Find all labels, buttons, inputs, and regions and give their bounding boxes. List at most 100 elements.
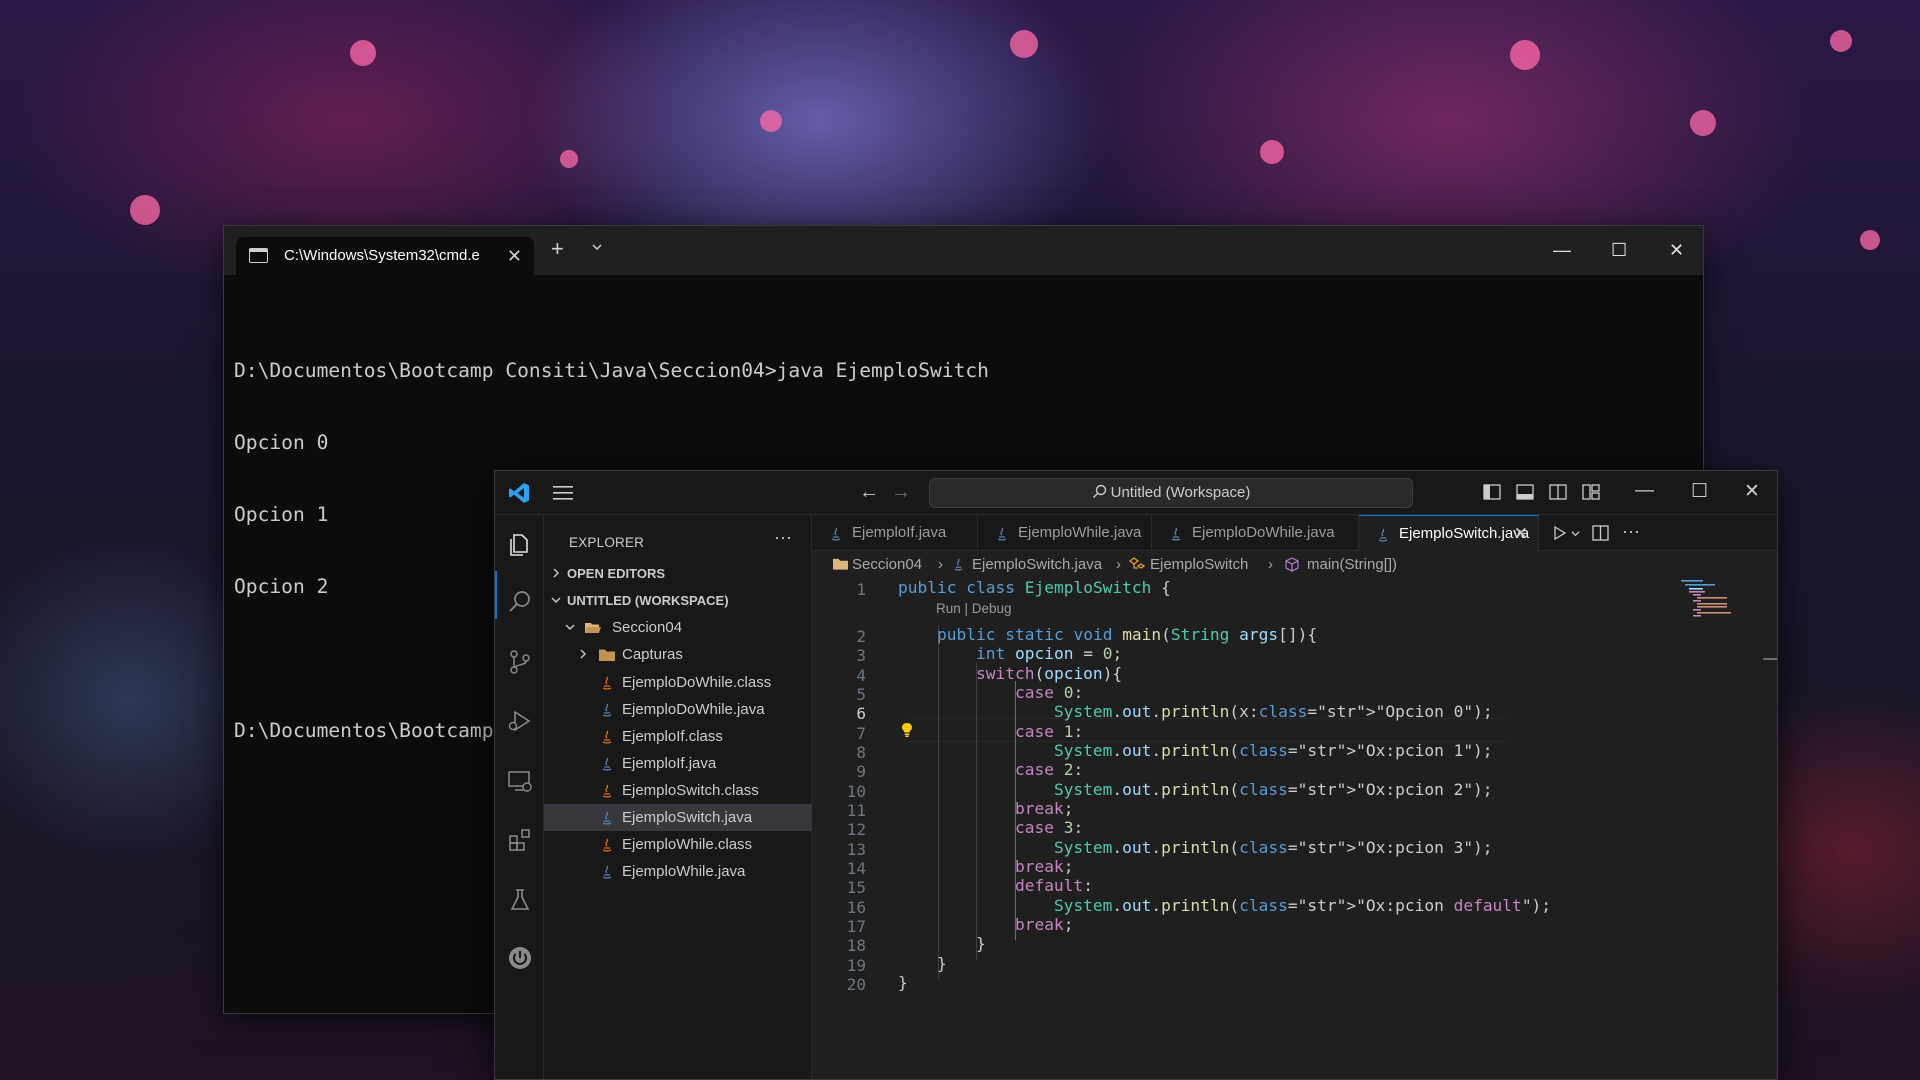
- tab-ejemplodowhile[interactable]: EjemploDoWhile.java: [1152, 515, 1359, 551]
- tab-ejemploswitch[interactable]: EjemploSwitch.java ✕: [1359, 515, 1539, 551]
- class-symbol-icon: [1129, 557, 1145, 569]
- menu-icon[interactable]: [553, 485, 573, 501]
- toggle-panel-icon[interactable]: [1516, 483, 1534, 501]
- breadcrumb-file[interactable]: EjemploSwitch.java: [972, 551, 1102, 578]
- chevron-down-icon[interactable]: [592, 242, 602, 252]
- command-center-label: Untitled (Workspace): [1110, 484, 1251, 501]
- tab-label: EjemploDoWhile.java: [1192, 524, 1335, 541]
- back-arrow-icon[interactable]: ←: [859, 481, 879, 504]
- chevron-down-icon[interactable]: [1571, 529, 1580, 538]
- run-debug-icon[interactable]: [507, 708, 533, 734]
- split-editor-icon[interactable]: [1592, 525, 1609, 541]
- extensions-icon[interactable]: [507, 827, 533, 853]
- forward-arrow-icon[interactable]: →: [891, 481, 911, 504]
- more-actions-icon[interactable]: ···: [1622, 521, 1640, 542]
- java-class-icon: [602, 838, 612, 852]
- line-number: 18: [846, 936, 866, 955]
- blossom: [1830, 30, 1852, 52]
- file-item[interactable]: EjemploDoWhile.class: [544, 669, 812, 696]
- source-control-icon[interactable]: [507, 649, 533, 675]
- workspace-label: UNTITLED (WORKSPACE): [567, 593, 729, 608]
- explorer-icon[interactable]: [507, 531, 533, 557]
- blossom: [760, 110, 782, 132]
- file-item[interactable]: EjemploDoWhile.java: [544, 696, 812, 723]
- code-line: }: [898, 973, 908, 992]
- line-number: 11: [846, 801, 866, 820]
- chevron-right-icon: [553, 568, 559, 578]
- explorer-title: EXPLORER: [569, 535, 645, 550]
- java-file-icon: [602, 865, 612, 879]
- line-number: 4: [856, 666, 866, 685]
- minimap[interactable]: [1679, 578, 1737, 618]
- method-symbol-icon: [1285, 557, 1299, 572]
- java-class-icon: [602, 730, 612, 744]
- file-item[interactable]: EjemploIf.class: [544, 723, 812, 750]
- java-class-icon: [602, 784, 612, 798]
- code-editor[interactable]: Run | Debug 1 2 3 4 5 6 7 8 9 10 11 12 13 14 15 16 17 18 1…: [812, 578, 1777, 1079]
- breadcrumb-class[interactable]: EjemploSwitch: [1150, 551, 1248, 578]
- blossom: [130, 195, 160, 225]
- tab-ejemplowhile[interactable]: EjemploWhile.java: [978, 515, 1152, 551]
- minimize-button[interactable]: —: [1635, 480, 1654, 502]
- breadcrumb-separator: ›: [1268, 556, 1273, 573]
- line-number: 19: [846, 956, 866, 975]
- folder-open-icon: [585, 623, 601, 633]
- breadcrumb-method[interactable]: main(String[]): [1307, 551, 1397, 578]
- line-number: 5: [856, 685, 866, 704]
- run-debug-codelens[interactable]: Run | Debug: [936, 601, 1012, 616]
- code-line: case 3:: [1014, 818, 1084, 837]
- code-line: break;: [1014, 799, 1074, 818]
- terminal-icon: [249, 248, 268, 263]
- line-number: 12: [846, 820, 866, 839]
- file-label: EjemploSwitch.class: [622, 782, 759, 799]
- java-file-icon: [602, 757, 612, 771]
- file-item[interactable]: EjemploIf.java: [544, 750, 812, 777]
- folder-capturas[interactable]: Capturas: [544, 641, 812, 668]
- tab-ejemploif[interactable]: EjemploIf.java: [812, 515, 978, 551]
- code-line: public class EjemploSwitch {: [898, 578, 1171, 597]
- testing-icon[interactable]: [507, 887, 533, 913]
- java-file-icon: [831, 527, 841, 541]
- close-window-button[interactable]: ✕: [1669, 240, 1684, 261]
- open-editors-section[interactable]: OPEN EDITORS: [544, 560, 812, 587]
- file-item[interactable]: EjemploWhile.class: [544, 831, 812, 858]
- search-icon[interactable]: [507, 589, 533, 615]
- file-item[interactable]: EjemploWhile.java: [544, 858, 812, 885]
- line-number: 8: [856, 743, 866, 762]
- file-item-selected[interactable]: EjemploSwitch.java: [544, 804, 812, 831]
- command-center-search[interactable]: Untitled (Workspace): [929, 478, 1413, 508]
- more-actions-icon[interactable]: ···: [774, 527, 792, 548]
- close-window-button[interactable]: ✕: [1744, 480, 1760, 503]
- line-number: 3: [856, 646, 866, 665]
- breadcrumb-separator: ›: [938, 556, 943, 573]
- terminal-tab[interactable]: C:\Windows\System32\cmd.e ✕: [236, 237, 534, 275]
- maximize-button[interactable]: ☐: [1691, 480, 1708, 503]
- blossom: [1510, 40, 1540, 70]
- open-editors-label: OPEN EDITORS: [567, 566, 666, 581]
- customize-layout-icon[interactable]: [1582, 483, 1600, 501]
- spring-boot-dashboard-icon[interactable]: [507, 945, 533, 971]
- run-icon[interactable]: [1553, 526, 1567, 540]
- toggle-sidebar-icon[interactable]: [1483, 483, 1501, 501]
- java-class-icon: [602, 676, 612, 690]
- file-item[interactable]: EjemploSwitch.class: [544, 777, 812, 804]
- folder-label: Capturas: [622, 646, 683, 663]
- java-file-icon: [602, 811, 612, 825]
- blossom: [560, 150, 578, 168]
- code-line: public static void main(String args[]){: [936, 625, 1318, 644]
- maximize-button[interactable]: ☐: [1611, 240, 1627, 261]
- code-line: switch(opcion){: [975, 664, 1123, 683]
- workspace-section[interactable]: UNTITLED (WORKSPACE): [544, 587, 812, 614]
- code-line: }: [898, 934, 986, 953]
- toggle-secondary-sidebar-icon[interactable]: [1549, 483, 1567, 501]
- remote-explorer-icon[interactable]: [507, 768, 533, 794]
- code-line: break;: [1014, 915, 1074, 934]
- folder-seccion04[interactable]: Seccion04: [544, 614, 812, 641]
- breadcrumb-folder[interactable]: Seccion04: [852, 551, 922, 578]
- code-line: case 2:: [1014, 760, 1084, 779]
- new-tab-button[interactable]: +: [551, 236, 564, 262]
- close-tab-icon[interactable]: ✕: [1514, 516, 1528, 552]
- minimize-button[interactable]: —: [1553, 240, 1571, 261]
- close-tab-icon[interactable]: ✕: [507, 237, 522, 275]
- java-file-icon: [997, 527, 1007, 541]
